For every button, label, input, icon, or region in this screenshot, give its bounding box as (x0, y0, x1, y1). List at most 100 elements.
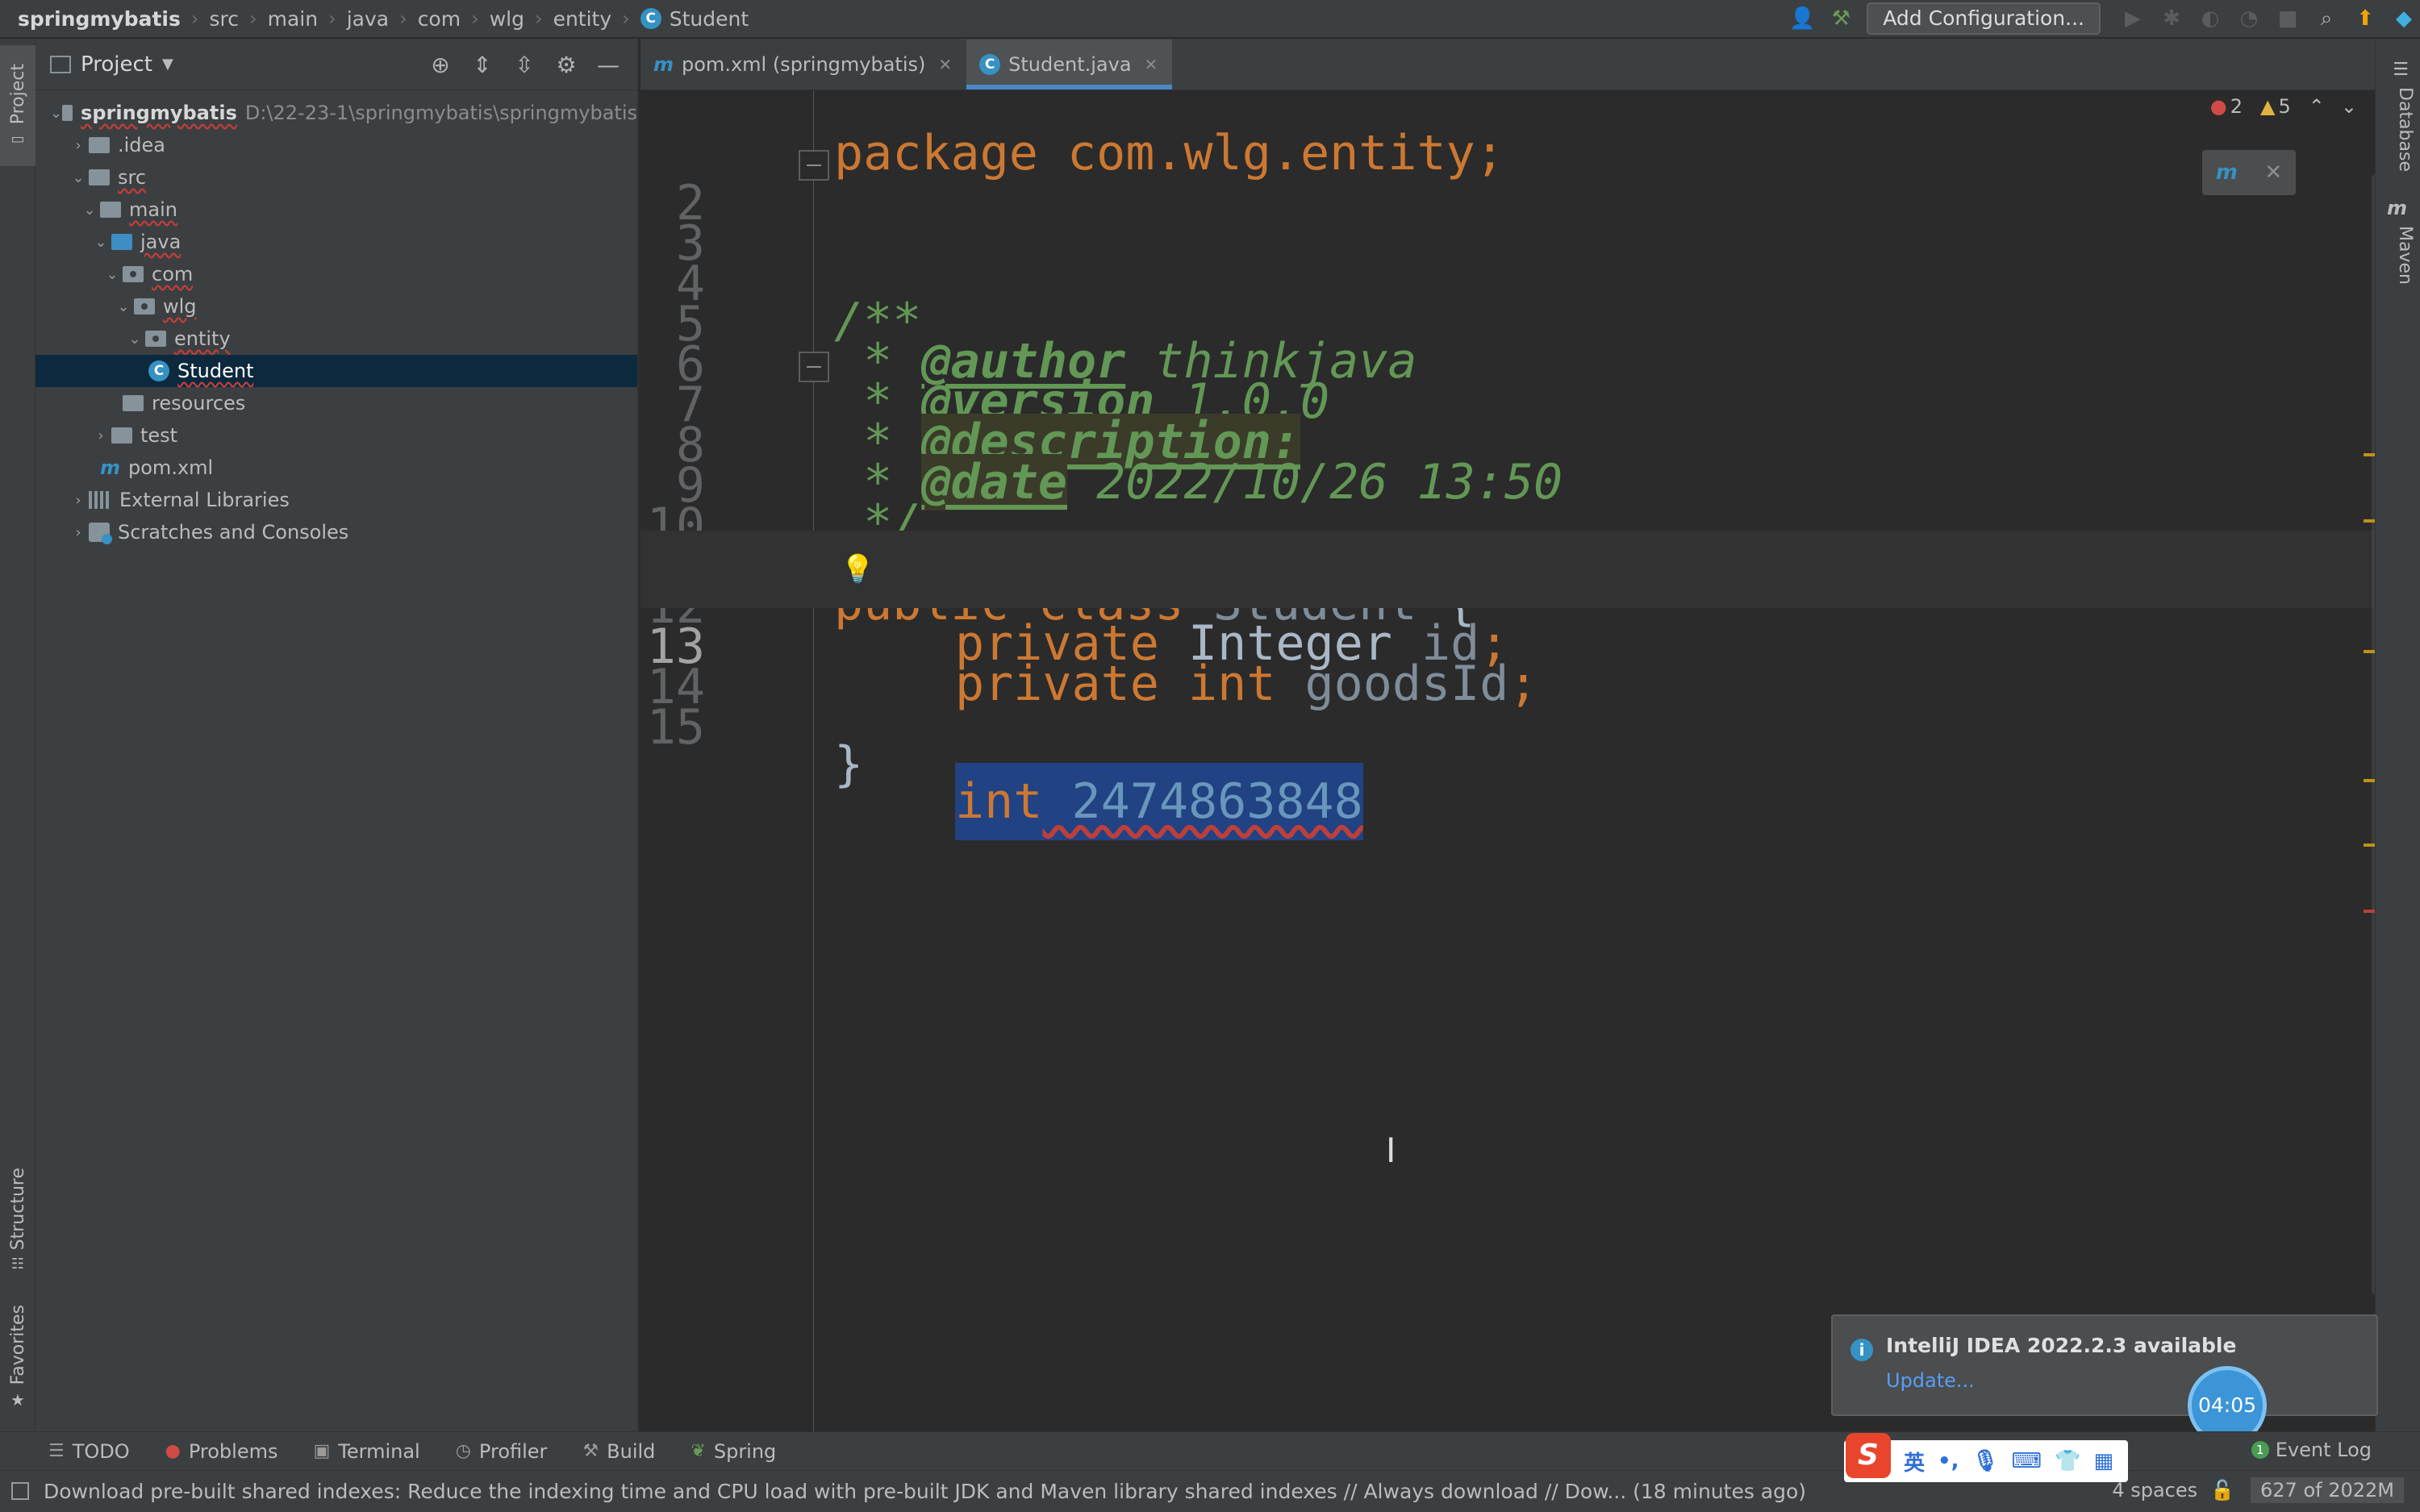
microphone-icon[interactable]: 🎙 (1972, 1449, 1999, 1473)
tool-window-project[interactable]: Project ▭ (0, 45, 35, 166)
tree-item-test[interactable]: › test (35, 419, 637, 452)
tree-item-main[interactable]: ⌄ main (35, 194, 637, 226)
close-icon[interactable]: ✕ (938, 55, 952, 74)
coverage-icon[interactable]: ◐ (2194, 2, 2226, 35)
chevron-down-icon[interactable]: ⌄ (2341, 95, 2357, 118)
tool-tab-label: Profiler (478, 1439, 548, 1463)
maven-icon: m (2386, 197, 2407, 219)
tab-student-java[interactable]: C Student.java ✕ (966, 40, 1173, 90)
tool-tab-profiler[interactable]: ◷ Profiler (456, 1440, 548, 1463)
update-icon[interactable]: ⬆ (2349, 2, 2381, 35)
tree-item-springmybatis[interactable]: ⌄ springmybatis D:\22-23-1\springmybatis… (35, 97, 637, 129)
chevron-down-icon[interactable]: ⌄ (68, 169, 89, 186)
inspection-widget[interactable]: ● 2 ▲ 5 ⌃ ⌄ (2210, 95, 2357, 118)
tree-item-scratches[interactable]: › Scratches and Consoles (35, 516, 637, 548)
ime-language-toggle[interactable]: 英 (1904, 1447, 1925, 1477)
tree-item-label: resources (152, 392, 246, 414)
chevron-right-icon[interactable]: › (68, 524, 89, 541)
tree-item-pom[interactable]: m pom.xml (35, 452, 637, 484)
locate-file-icon[interactable]: ⊕ (419, 48, 461, 81)
chevron-down-icon[interactable]: ⌄ (113, 298, 134, 315)
tree-item-src[interactable]: ⌄ src (35, 161, 637, 194)
tool-window-maven[interactable]: Maven (2395, 226, 2415, 285)
profile-icon[interactable]: ◔ (2233, 2, 2265, 35)
tree-item-wlg[interactable]: ⌄ wlg (35, 290, 637, 323)
tool-tab-spring[interactable]: ❦ Spring (691, 1440, 776, 1463)
breadcrumb-item-wlg[interactable]: wlg (490, 7, 524, 31)
ime-toolbar: S 英 •, 🎙 ⌨ 👕 ▦ (1844, 1433, 2128, 1482)
chevron-right-icon[interactable]: › (68, 137, 89, 154)
user-icon[interactable]: 👤 (1786, 2, 1818, 35)
tree-item-entity[interactable]: ⌄ entity (35, 323, 637, 355)
debug-icon[interactable]: ✱ (2155, 2, 2188, 35)
tool-tab-todo[interactable]: ☰ TODO (48, 1440, 130, 1463)
skin-icon[interactable]: 👕 (2055, 1449, 2080, 1473)
collapse-all-icon[interactable]: ⇳ (503, 48, 545, 81)
chevron-down-icon[interactable]: ⌄ (50, 105, 62, 122)
breadcrumb-item-main[interactable]: main (268, 7, 318, 31)
memory-indicator[interactable]: 627 of 2022M (2251, 1477, 2404, 1503)
chevron-down-icon[interactable]: ▼ (162, 56, 173, 73)
tree-item-external-libraries[interactable]: › External Libraries (35, 484, 637, 516)
stop-icon[interactable]: ■ (2272, 2, 2304, 35)
punctuation-icon[interactable]: •, (1938, 1449, 1959, 1473)
breadcrumb-item-java[interactable]: java (347, 7, 389, 31)
tree-item-com[interactable]: ⌄ com (35, 258, 637, 290)
tree-item-resources[interactable]: resources (35, 387, 637, 419)
indent-setting[interactable]: 4 spaces (2112, 1479, 2197, 1502)
tree-item-java[interactable]: ⌄ java (35, 226, 637, 258)
tool-tab-build[interactable]: ⚒ Build (582, 1440, 655, 1463)
tree-item-student[interactable]: C Student (35, 355, 637, 387)
tool-tab-label: Spring (713, 1439, 777, 1463)
breadcrumb-item-com[interactable]: com (418, 7, 461, 31)
toggle-tool-windows-icon[interactable] (11, 1482, 29, 1500)
grid-menu-icon[interactable]: ▦ (2093, 1449, 2113, 1473)
tool-window-structure[interactable]: Structure ☷ (0, 1160, 35, 1281)
tree-item-idea[interactable]: › .idea (35, 129, 637, 161)
event-log-button[interactable]: 1 Event Log (2251, 1439, 2372, 1461)
chevron-down-icon[interactable]: ⌄ (79, 202, 100, 219)
status-message[interactable]: Download pre-built shared indexes: Reduc… (44, 1480, 1806, 1503)
gear-icon[interactable]: ⚙ (545, 48, 587, 81)
keyboard-icon[interactable]: ⌨ (2012, 1449, 2042, 1473)
maven-file-icon: m (653, 53, 674, 76)
tool-tab-terminal[interactable]: ▣ Terminal (313, 1440, 419, 1463)
close-icon[interactable]: ✕ (1145, 55, 1158, 74)
code-line[interactable]: 15 (640, 611, 2375, 756)
tree-item-label: wlg (163, 295, 197, 318)
expand-all-icon[interactable]: ⇕ (461, 48, 503, 81)
navigation-bar: springmybatis › src › main › java › com … (0, 0, 2420, 39)
breadcrumb-item-src[interactable]: src (210, 7, 240, 31)
tab-pom-xml[interactable]: m pom.xml (springmybatis) ✕ (640, 40, 966, 90)
search-icon[interactable]: ⌕ (2310, 2, 2343, 35)
minimize-icon[interactable]: — (587, 48, 629, 81)
tool-window-project-label: Project (7, 63, 28, 125)
update-link[interactable]: Update... (1886, 1369, 1975, 1392)
breadcrumb-item-student[interactable]: C Student (640, 7, 749, 31)
project-panel-title[interactable]: Project (81, 52, 152, 77)
chevron-down-icon[interactable]: ⌄ (90, 234, 111, 251)
chevron-right-icon[interactable]: › (68, 492, 89, 509)
tree-item-label: java (140, 231, 182, 253)
breadcrumb-item-project[interactable]: springmybatis (18, 7, 181, 31)
code-editor[interactable]: package com.wlg.entity; 2 3 /** 4 * @aut… (640, 90, 2375, 1431)
tool-window-favorites[interactable]: Favorites ★ (0, 1297, 35, 1418)
tool-window-database[interactable]: Database (2395, 87, 2415, 172)
tree-item-label: main (129, 198, 177, 221)
chevron-down-icon[interactable]: ⌄ (102, 266, 123, 283)
hammer-build-icon[interactable]: ⚒ (1825, 2, 1857, 35)
close-icon[interactable]: ✕ (2264, 160, 2282, 185)
chevron-up-icon[interactable]: ⌃ (2309, 95, 2325, 118)
chevron-down-icon[interactable]: ⌄ (124, 331, 145, 348)
sogou-logo-icon[interactable]: S (1846, 1433, 1891, 1478)
add-configuration-button[interactable]: Add Configuration... (1867, 2, 2101, 35)
project-tree: ⌄ springmybatis D:\22-23-1\springmybatis… (35, 97, 637, 548)
maven-reload-icon[interactable]: m (2216, 160, 2238, 185)
editor-tabs: m pom.xml (springmybatis) ✕ C Student.ja… (640, 39, 2397, 90)
breadcrumb-item-entity[interactable]: entity (553, 7, 612, 31)
chevron-right-icon[interactable]: › (90, 427, 111, 444)
tool-tab-problems[interactable]: ● Problems (165, 1440, 278, 1463)
tab-label: pom.xml (springmybatis) (682, 53, 926, 76)
run-icon[interactable]: ▶ (2117, 2, 2149, 35)
lock-icon[interactable]: 🔓 (2210, 1479, 2234, 1502)
